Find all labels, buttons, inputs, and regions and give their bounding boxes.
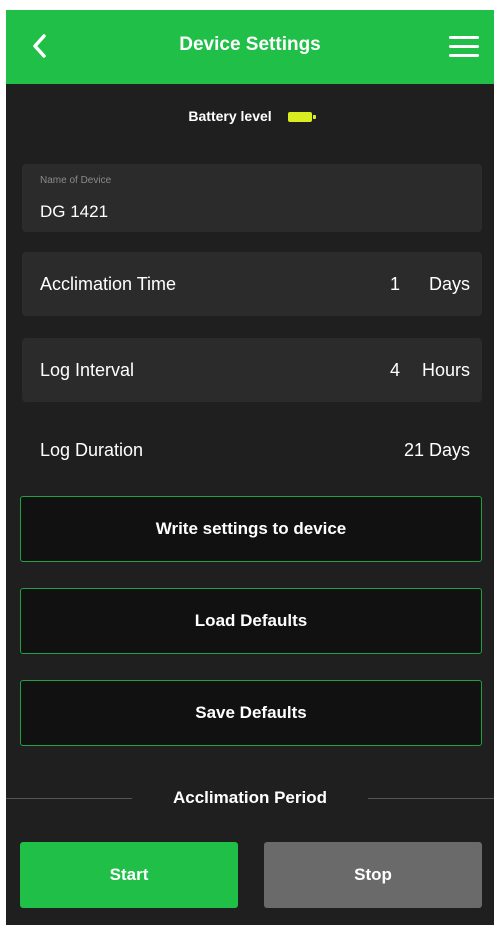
log-interval-label: Log Interval bbox=[40, 360, 135, 380]
divider-line-right bbox=[368, 798, 494, 799]
battery-status: Battery level bbox=[6, 108, 494, 124]
save-defaults-button[interactable]: Save Defaults bbox=[20, 680, 482, 746]
log-interval-value[interactable]: 4 bbox=[390, 360, 400, 381]
battery-label: Battery level bbox=[188, 108, 272, 124]
acclimation-time-value[interactable]: 1 bbox=[390, 274, 400, 295]
device-name-label: Name of Device bbox=[40, 175, 112, 186]
acclimation-time-field[interactable]: Acclimation Time 1 Days bbox=[22, 252, 482, 316]
log-interval-unit: Hours bbox=[421, 360, 470, 380]
acclimation-time-label: Acclimation Time bbox=[40, 274, 177, 294]
log-interval-field[interactable]: Log Interval 4 Hours bbox=[22, 338, 482, 402]
menu-button[interactable] bbox=[446, 30, 482, 64]
device-settings-screen: Device Settings Battery level Name of De… bbox=[6, 10, 494, 925]
acclimation-period-divider: Acclimation Period bbox=[6, 784, 494, 812]
log-duration-row: Log Duration 21 Days bbox=[22, 432, 482, 466]
acclimation-time-unit: Days bbox=[428, 274, 470, 294]
battery-icon bbox=[287, 112, 316, 123]
start-button[interactable]: Start bbox=[20, 842, 238, 908]
app-header: Device Settings bbox=[6, 10, 494, 84]
write-settings-button[interactable]: Write settings to device bbox=[20, 496, 482, 562]
stop-button[interactable]: Stop bbox=[264, 842, 482, 908]
page-title: Device Settings bbox=[179, 34, 321, 55]
log-duration-value: 21 Days bbox=[403, 440, 470, 460]
log-duration-label: Log Duration bbox=[40, 440, 144, 460]
load-defaults-button[interactable]: Load Defaults bbox=[20, 588, 482, 654]
device-name-field[interactable]: Name of Device DG 1421 bbox=[22, 164, 482, 232]
device-name-input[interactable]: DG 1421 bbox=[40, 202, 108, 222]
